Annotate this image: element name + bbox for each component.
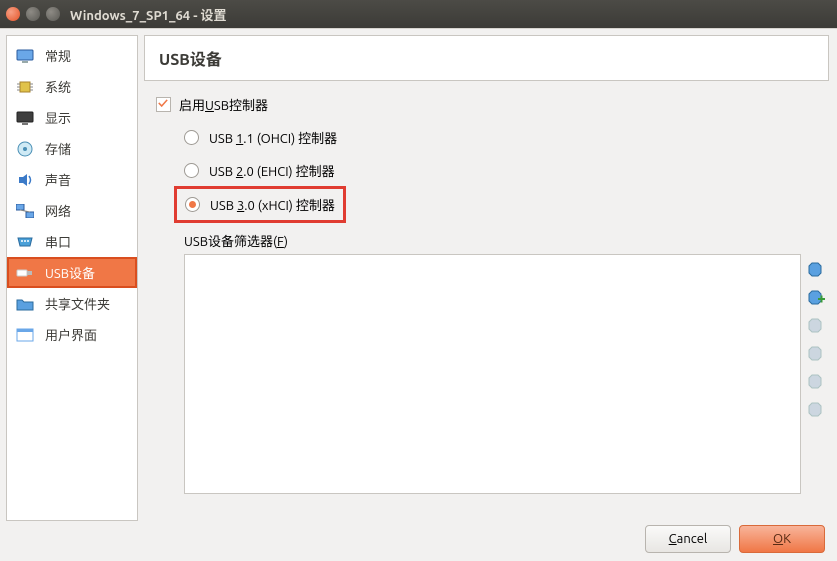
network-icon — [15, 203, 35, 219]
display-icon — [15, 110, 35, 126]
radio-usb11[interactable]: USB 1.1 (OHCI) 控制器 — [184, 128, 829, 147]
usb-filter-label: USB设备筛选器(F) — [184, 231, 829, 250]
usb-filter-area — [184, 254, 829, 494]
sidebar-item-label: 用户界面 — [45, 325, 97, 344]
chip-icon — [15, 79, 35, 95]
sidebar-item-serial[interactable]: 串口 — [7, 226, 137, 257]
window-controls — [6, 7, 60, 21]
sidebar-item-audio[interactable]: 声音 — [7, 164, 137, 195]
disk-icon — [15, 141, 35, 157]
usb-filter-toolbar — [801, 254, 829, 494]
radio-label: USB 1.1 (OHCI) 控制器 — [209, 128, 337, 147]
radio-usb30[interactable]: USB 3.0 (xHCI) 控制器 — [174, 186, 346, 223]
serial-icon — [15, 234, 35, 250]
ok-button[interactable]: OK — [739, 525, 825, 553]
panel-title: USB设备 — [159, 46, 814, 70]
sidebar-item-system[interactable]: 系统 — [7, 71, 137, 102]
panel-body: 启用USB控制器 USB 1.1 (OHCI) 控制器 USB 2.0 (EHC… — [144, 81, 829, 561]
titlebar: Windows_7_SP1_64 - 设置 — [0, 0, 837, 28]
window-minimize-icon[interactable] — [26, 7, 40, 21]
sidebar: 常规 系统 显示 存储 声音 网络 串口 USB设备 — [6, 35, 138, 521]
add-filter-plus-icon[interactable] — [807, 288, 825, 306]
sidebar-item-label: 共享文件夹 — [45, 294, 110, 313]
sidebar-item-label: 显示 — [45, 108, 71, 127]
radio-icon[interactable] — [184, 130, 199, 145]
sidebar-item-usb[interactable]: USB设备 — [7, 257, 137, 288]
usb-icon — [15, 265, 35, 281]
radio-icon[interactable] — [184, 163, 199, 178]
cancel-button[interactable]: Cancel — [645, 525, 731, 553]
panel-title-box: USB设备 — [144, 35, 829, 81]
enable-usb-label: 启用USB控制器 — [179, 95, 268, 114]
usb-controller-radio-group: USB 1.1 (OHCI) 控制器 USB 2.0 (EHCI) 控制器 US… — [148, 128, 829, 215]
edit-filter-icon — [807, 316, 825, 334]
audio-icon — [15, 172, 35, 188]
content: 常规 系统 显示 存储 声音 网络 串口 USB设备 — [0, 28, 837, 561]
sidebar-item-label: 存储 — [45, 139, 71, 158]
window-close-icon[interactable] — [6, 7, 20, 21]
main-panel: USB设备 启用USB控制器 USB 1.1 (OHCI) 控制器 USB 2.… — [138, 29, 837, 561]
dialog-footer: Cancel OK — [645, 525, 825, 553]
sidebar-item-label: 常规 — [45, 46, 71, 65]
sidebar-item-display[interactable]: 显示 — [7, 102, 137, 133]
folder-icon — [15, 296, 35, 312]
monitor-icon — [15, 48, 35, 64]
sidebar-item-label: 串口 — [45, 232, 71, 251]
radio-label: USB 2.0 (EHCI) 控制器 — [209, 161, 335, 180]
radio-icon[interactable] — [185, 197, 200, 212]
sidebar-item-shared-folders[interactable]: 共享文件夹 — [7, 288, 137, 319]
usb-filter-list[interactable] — [184, 254, 801, 494]
remove-filter-icon — [807, 344, 825, 362]
checkbox-icon[interactable] — [156, 97, 171, 112]
sidebar-item-label: USB设备 — [45, 263, 95, 282]
sidebar-item-storage[interactable]: 存储 — [7, 133, 137, 164]
radio-label: USB 3.0 (xHCI) 控制器 — [210, 195, 335, 214]
sidebar-item-label: 网络 — [45, 201, 71, 220]
move-down-icon — [807, 400, 825, 418]
add-filter-icon[interactable] — [807, 260, 825, 278]
move-up-icon — [807, 372, 825, 390]
sidebar-item-label: 声音 — [45, 170, 71, 189]
ui-icon — [15, 327, 35, 343]
window-maximize-icon[interactable] — [46, 7, 60, 21]
enable-usb-checkbox-row[interactable]: 启用USB控制器 — [148, 95, 829, 114]
sidebar-item-label: 系统 — [45, 77, 71, 96]
sidebar-item-general[interactable]: 常规 — [7, 40, 137, 71]
window-title: Windows_7_SP1_64 - 设置 — [70, 5, 227, 24]
radio-usb20[interactable]: USB 2.0 (EHCI) 控制器 — [184, 161, 829, 180]
sidebar-item-user-interface[interactable]: 用户界面 — [7, 319, 137, 350]
sidebar-item-network[interactable]: 网络 — [7, 195, 137, 226]
